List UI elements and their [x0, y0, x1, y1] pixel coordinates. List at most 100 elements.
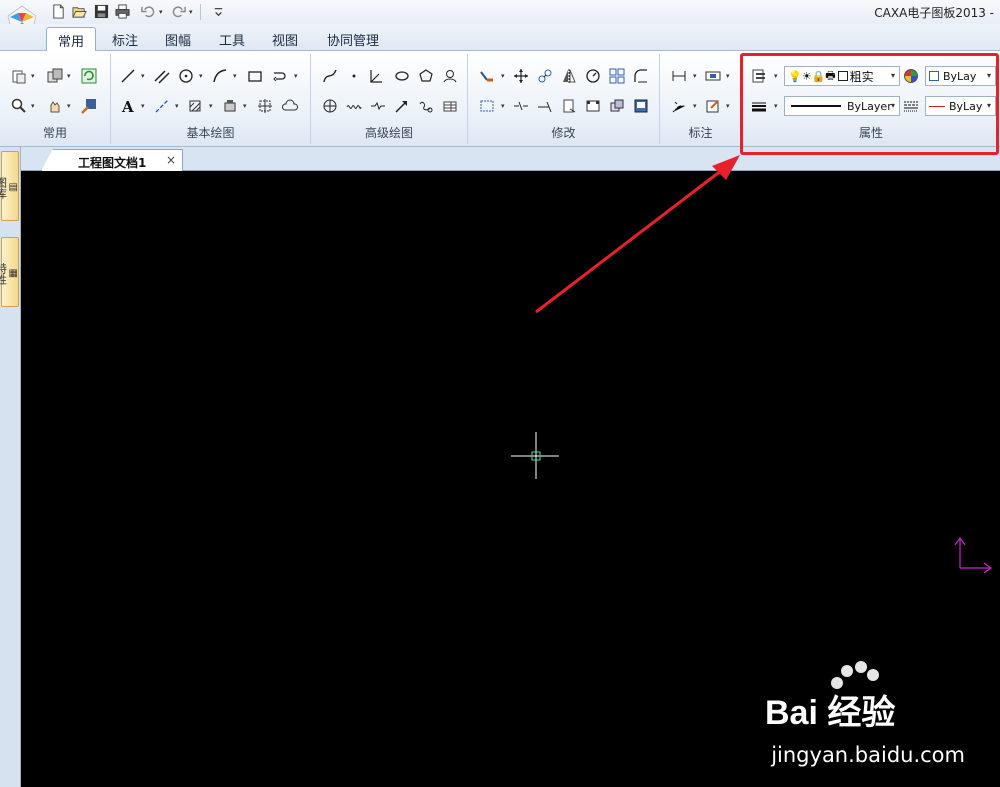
open-icon[interactable]: [71, 3, 88, 20]
line-dropdown-icon[interactable]: ▾: [141, 73, 147, 80]
group-modify: ▾ ▾ 修改: [468, 54, 660, 144]
polyline-icon[interactable]: [271, 67, 289, 85]
break-icon[interactable]: [512, 97, 530, 115]
properties-tab[interactable]: ▦ 特性: [0, 237, 19, 307]
ucs-icon: [954, 536, 993, 574]
properties-tab-label: 特性: [0, 262, 8, 285]
drawing-canvas[interactable]: Bai 经验 jingyan.baidu.com: [21, 171, 1000, 787]
angle-line-icon[interactable]: [367, 67, 385, 85]
group-label-common: 常用: [42, 126, 67, 140]
leader-icon[interactable]: [670, 97, 688, 115]
text-icon[interactable]: A: [119, 97, 137, 115]
tab-collaboration[interactable]: 协同管理: [316, 27, 390, 51]
arc-icon[interactable]: [211, 67, 229, 85]
arc-dropdown-icon[interactable]: ▾: [233, 73, 239, 80]
explode-icon[interactable]: [608, 97, 626, 115]
sketch-icon[interactable]: [417, 97, 435, 115]
mirror-icon[interactable]: [560, 67, 578, 85]
rectangle-icon[interactable]: [246, 67, 264, 85]
fillet-icon[interactable]: [632, 67, 650, 85]
copy-props-icon[interactable]: [46, 67, 64, 85]
tab-sheet[interactable]: 图幅: [154, 27, 202, 51]
side-panel: ▤ 图库 ▦ 特性: [0, 147, 21, 787]
edit-block-icon[interactable]: [632, 97, 650, 115]
group-annotate: ▾ ▾ ▾ ▾ 标注: [660, 54, 742, 144]
ellipse-icon[interactable]: [393, 67, 411, 85]
tolerance-icon[interactable]: [704, 67, 722, 85]
match-props-icon[interactable]: [80, 97, 98, 115]
separator: [200, 4, 201, 20]
hatch-dropdown-icon[interactable]: ▾: [209, 103, 215, 110]
circle-dropdown-icon[interactable]: ▾: [199, 73, 205, 80]
group-label-modify: 修改: [551, 126, 576, 140]
copy-dropdown-icon[interactable]: ▾: [67, 73, 73, 80]
tab-view[interactable]: 视图: [261, 27, 309, 51]
polygon-icon[interactable]: [417, 67, 435, 85]
move-icon[interactable]: [512, 67, 530, 85]
annotation-edit-icon[interactable]: [704, 97, 722, 115]
parallel-line-icon[interactable]: [153, 67, 171, 85]
tab-annotate[interactable]: 标注: [101, 27, 149, 51]
trim-icon[interactable]: [478, 97, 496, 115]
curve-icon[interactable]: [441, 67, 459, 85]
tab-common[interactable]: 常用: [46, 27, 97, 52]
redo-dropdown-icon[interactable]: ▾: [189, 9, 195, 16]
array-icon[interactable]: [608, 67, 626, 85]
undo-icon[interactable]: [140, 3, 157, 20]
crosshair-cursor: [511, 432, 559, 479]
watermark-url: jingyan.baidu.com: [771, 743, 965, 767]
circle-icon[interactable]: [177, 67, 195, 85]
leader-dropdown-icon[interactable]: ▾: [693, 103, 699, 110]
stretch-icon[interactable]: [560, 97, 578, 115]
zoom-icon[interactable]: [10, 97, 28, 115]
erase-dropdown-icon[interactable]: ▾: [501, 73, 507, 80]
tab-tools[interactable]: 工具: [208, 27, 256, 51]
pan-dropdown-icon[interactable]: ▾: [67, 103, 73, 110]
copy-icon[interactable]: [536, 67, 554, 85]
library-tab[interactable]: ▤ 图库: [0, 151, 19, 221]
document-tab-label: 工程图文档1: [78, 156, 147, 170]
spline-icon[interactable]: [321, 67, 339, 85]
rotate-icon[interactable]: [584, 67, 602, 85]
library-tab-icon: ▤: [8, 182, 18, 193]
new-icon[interactable]: [50, 3, 67, 20]
table-draw-icon[interactable]: [441, 97, 459, 115]
pan-icon[interactable]: [46, 97, 64, 115]
point-grid-icon[interactable]: [256, 97, 274, 115]
point-icon[interactable]: [345, 67, 363, 85]
block-dropdown-icon[interactable]: ▾: [243, 103, 249, 110]
save-icon[interactable]: [93, 3, 110, 20]
line-icon[interactable]: [119, 67, 137, 85]
document-tab[interactable]: 工程图文档1 ×: [41, 149, 183, 171]
annotation-edit-dropdown-icon[interactable]: ▾: [726, 103, 732, 110]
tolerance-dropdown-icon[interactable]: ▾: [726, 73, 732, 80]
library-tab-label: 图库: [0, 176, 8, 199]
break-line-icon[interactable]: [369, 97, 387, 115]
redo-icon[interactable]: [170, 3, 187, 20]
ring-icon[interactable]: [321, 97, 339, 115]
cloud-icon[interactable]: [281, 97, 299, 115]
dimension-icon[interactable]: [670, 67, 688, 85]
regen-icon[interactable]: [80, 67, 98, 85]
polyline-dropdown-icon[interactable]: ▾: [294, 73, 300, 80]
dimension-dropdown-icon[interactable]: ▾: [693, 73, 699, 80]
wave-line-icon[interactable]: [345, 97, 363, 115]
close-icon[interactable]: ×: [166, 153, 176, 167]
hatch-icon[interactable]: [187, 97, 205, 115]
group-label-advanced-draw: 高级绘图: [364, 126, 413, 140]
extend-icon[interactable]: [536, 97, 554, 115]
scale-icon[interactable]: [584, 97, 602, 115]
arrow-icon[interactable]: [393, 97, 411, 115]
zoom-dropdown-icon[interactable]: ▾: [31, 103, 37, 110]
clipboard-dropdown-icon[interactable]: ▾: [31, 73, 37, 80]
centerline-dropdown-icon[interactable]: ▾: [175, 103, 181, 110]
undo-dropdown-icon[interactable]: ▾: [159, 9, 165, 16]
centerline-icon[interactable]: [153, 97, 171, 115]
trim-dropdown-icon[interactable]: ▾: [501, 103, 507, 110]
block-icon[interactable]: [221, 97, 239, 115]
customize-icon[interactable]: [210, 3, 227, 20]
clipboard-icon[interactable]: [10, 67, 28, 85]
text-dropdown-icon[interactable]: ▾: [141, 103, 147, 110]
print-icon[interactable]: [114, 3, 131, 20]
erase-icon[interactable]: [478, 67, 496, 85]
